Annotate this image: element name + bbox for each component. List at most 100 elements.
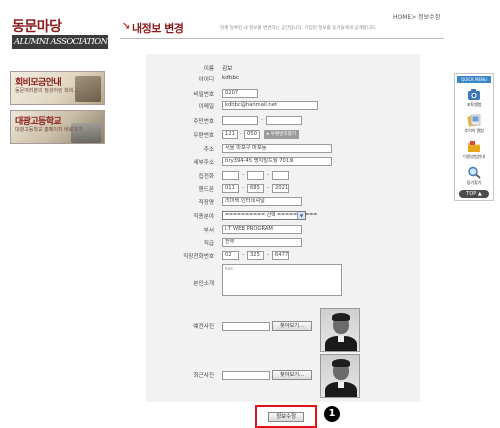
postal-search-button[interactable]: ▸ 우편번호찾기 [264, 130, 300, 139]
page-title: 내정보 변경 [132, 22, 184, 35]
dash: - [267, 252, 270, 258]
quick-item-label: 이용방법안내 [463, 154, 485, 159]
address-input[interactable]: 서울 마포구 마포동 [222, 144, 332, 153]
title-divider [120, 38, 444, 39]
old-photo-image [320, 308, 360, 352]
quick-item-memory-album[interactable]: 추억의 앨범 [455, 114, 493, 140]
name-label: 이름 [203, 66, 214, 72]
home-phone-input-3[interactable] [272, 171, 289, 180]
resident-no-input-2[interactable] [266, 116, 302, 125]
recent-photo-browse-button[interactable]: 찾아보기... [272, 370, 312, 380]
resident-no-input-1[interactable] [222, 116, 258, 125]
resident-no-row: 주민번호 - [146, 116, 420, 126]
breadcrumb[interactable]: HOME> 정보수정 [393, 12, 440, 21]
password-input[interactable]: 0207 [222, 89, 258, 98]
department-label: 부서 [203, 228, 214, 234]
home-phone-row: 집전화 - - [146, 171, 420, 181]
postal-row: 우편번호 121 - 050 ▸ 우편번호찾기 [146, 130, 420, 140]
logo-subtitle: ALUMNI ASSOCIATION [12, 35, 108, 49]
work-phone-input-1[interactable]: 02 [222, 251, 239, 260]
address-label: 주소 [203, 147, 214, 153]
detail-address-label: 세부주소 [193, 160, 214, 166]
chevron-down-icon[interactable]: ▼ [297, 212, 305, 219]
dash: - [240, 131, 243, 137]
pen-image [75, 76, 101, 102]
job-field-select[interactable]: ========== 선택 ========== ▼ [222, 211, 317, 220]
quick-item-usage-guide[interactable]: 이용방법안내 [455, 140, 493, 166]
logo-title: 동문마당 [12, 19, 62, 35]
dash: - [267, 185, 270, 191]
name-value: 김보 [222, 66, 233, 72]
mobile-label: 핸드폰 [198, 187, 214, 193]
mobile-input-1[interactable]: 011 [222, 184, 239, 193]
id-row: 아이디 kdhbc [146, 74, 420, 84]
password-row: 비밀번호 0207 [146, 89, 420, 99]
position-input[interactable]: 전무 [222, 238, 302, 247]
company-label: 직장명 [198, 200, 214, 206]
quick-item-label: 동기찾기 [466, 180, 482, 185]
name-row: 이름 김보 [146, 63, 420, 73]
department-row: 부서 I.T WEB PROGRAM [146, 225, 420, 235]
page-description: 현재 등록된 내 정보를 변경하는 공간입니다. 기입된 정보를 동기들에게 공… [220, 26, 377, 31]
job-field-row: 직종분야 ========== 선택 ========== ▼ [146, 211, 420, 221]
detail-address-row: 세부주소 tiry394-45 명지빌드월 701호 [146, 157, 420, 167]
intro-textarea[interactable]: sss [222, 264, 342, 296]
album-icon [467, 114, 481, 127]
mobile-input-3[interactable]: 2021 [272, 184, 289, 193]
recent-photo-image [320, 354, 360, 398]
position-row: 직급 전무 [146, 238, 420, 248]
camera-icon [468, 89, 480, 100]
work-phone-input-2[interactable]: 325 [247, 251, 264, 260]
department-input[interactable]: I.T WEB PROGRAM [222, 225, 302, 234]
email-row: 이메일 kdhbc@hanmail.net [146, 101, 420, 111]
old-photo-label: 예전사진 [193, 324, 214, 330]
banner-dues[interactable]: 회비모금안내 동문여러분의 정성어린 회비... [10, 71, 105, 105]
quick-item-photo-album[interactable]: 포토앨범 [455, 88, 493, 114]
work-phone-row: 직장전화번호 02 - 325 - 6477 [146, 251, 420, 261]
email-input[interactable]: kdhbc@hanmail.net [222, 101, 318, 110]
quick-item-find-classmates[interactable]: 동기찾기 [455, 166, 493, 192]
company-row: 직장명 리미텍 인터네셔널 [146, 197, 420, 207]
banner-dues-subtitle: 동문여러분의 정성어린 회비... [15, 88, 79, 94]
folder-icon [468, 141, 480, 152]
mobile-input-2[interactable]: 685 [247, 184, 264, 193]
old-photo-browse-button[interactable]: 찾아보기... [272, 321, 312, 331]
title-arrow-icon: ↘ [122, 21, 131, 32]
job-field-label: 직종분야 [193, 214, 214, 220]
callout-number: 1 [324, 406, 340, 422]
email-label: 이메일 [198, 104, 214, 110]
banner-school[interactable]: 대광고등학교 대광고등학교 홈페이지 바로가기 [10, 110, 105, 144]
banner-school-subtitle: 대광고등학교 홈페이지 바로가기 [15, 127, 83, 133]
detail-address-input[interactable]: tiry394-45 명지빌드월 701호 [222, 157, 332, 166]
home-phone-label: 집전화 [198, 174, 214, 180]
position-label: 직급 [203, 241, 214, 247]
recent-photo-file-input[interactable] [222, 371, 270, 380]
postal-label: 우편번호 [193, 133, 214, 139]
magnifier-icon [468, 166, 481, 179]
id-value: kdhbc [222, 75, 239, 81]
mobile-row: 핸드폰 011 - 685 - 2021 [146, 184, 420, 194]
recent-photo-label: 최근사진 [193, 373, 214, 379]
quick-menu-header: QUICK MENU [457, 76, 491, 83]
postal-input-1[interactable]: 121 [222, 130, 238, 139]
company-input[interactable]: 리미텍 인터네셔널 [222, 197, 302, 206]
dash: - [242, 252, 245, 258]
work-phone-label: 직장전화번호 [183, 254, 214, 260]
postal-search-label: 우편번호찾기 [270, 132, 297, 137]
home-phone-input-1[interactable] [222, 171, 239, 180]
quick-item-label: 포토앨범 [466, 102, 482, 107]
password-label: 비밀번호 [193, 92, 214, 98]
old-photo-file-input[interactable] [222, 322, 270, 331]
work-phone-input-3[interactable]: 6477 [272, 251, 289, 260]
id-label: 아이디 [198, 77, 214, 83]
dash: - [242, 172, 245, 178]
dash: - [267, 172, 270, 178]
postal-input-2[interactable]: 050 [244, 130, 260, 139]
quick-item-label: 추억의 앨범 [464, 128, 484, 133]
resident-no-label: 주민번호 [193, 119, 214, 125]
submit-button[interactable]: 정보수정 [268, 412, 304, 422]
home-phone-input-2[interactable] [247, 171, 264, 180]
scroll-top-button[interactable]: TOP ▲ [459, 190, 489, 198]
quick-menu: QUICK MENU 포토앨범 추억의 앨범 이용방법안내 동기찾기 [454, 73, 494, 201]
address-row: 주소 서울 마포구 마포동 [146, 144, 420, 154]
